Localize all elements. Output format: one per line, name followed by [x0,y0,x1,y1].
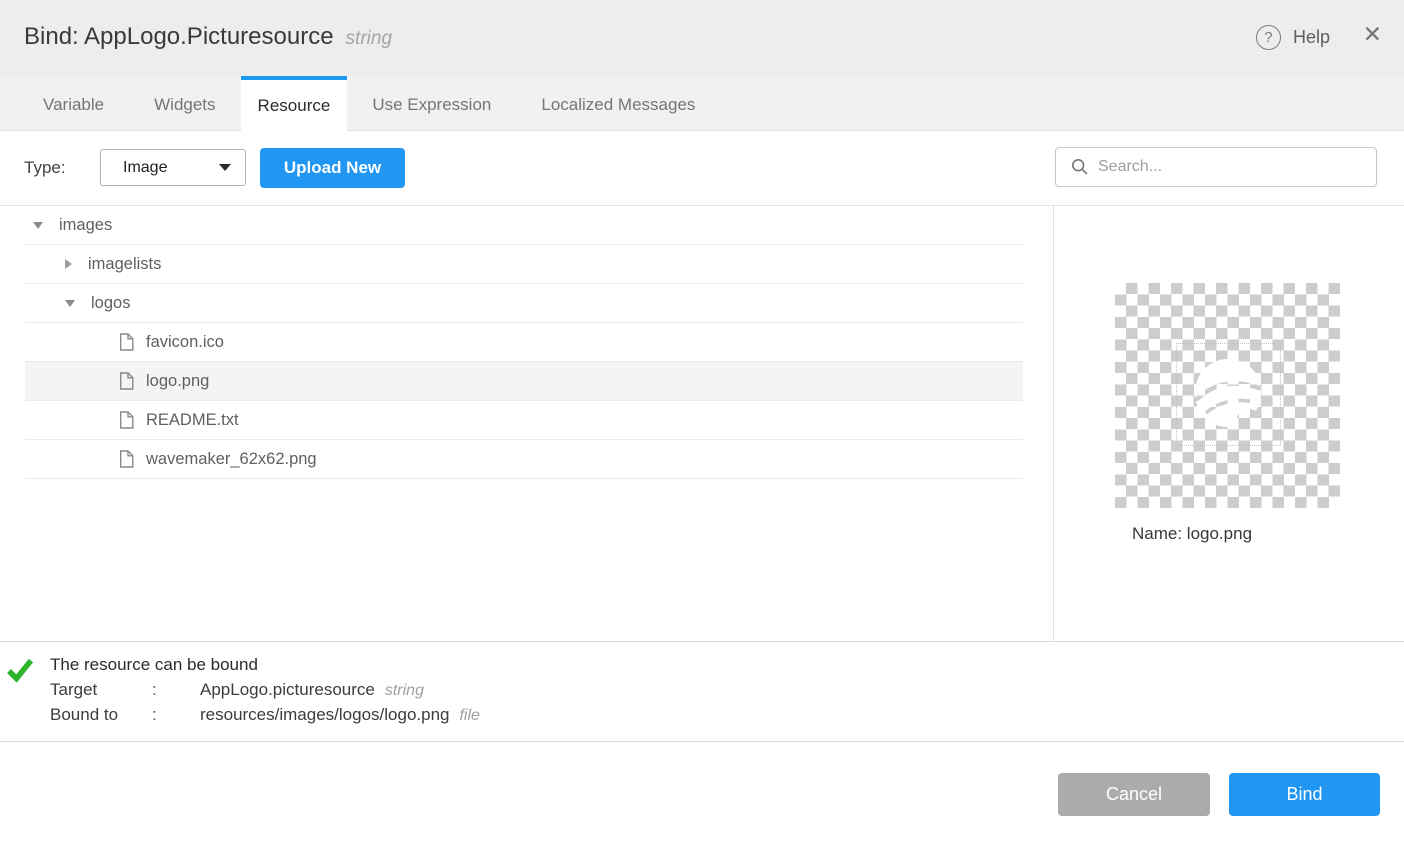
chevron-down-icon [219,164,231,171]
bind-status: The resource can be bound Target : AppLo… [0,641,1404,742]
tree-row-imagelists[interactable]: imagelists [25,245,1023,284]
bind-button[interactable]: Bind [1229,773,1380,816]
tab-resource[interactable]: Resource [241,76,348,131]
resource-tree-panel: images imagelists logos favicon.ico logo… [0,206,1054,641]
toolbar: Type: Image Upload New [0,131,1404,205]
status-boundto-row: Bound to : resources/images/logos/logo.p… [50,705,480,725]
tab-variable[interactable]: Variable [18,76,129,130]
tree-row-readme[interactable]: README.txt [25,401,1023,440]
tab-bar: Variable Widgets Resource Use Expression… [0,76,1404,131]
dialog-header: Bind: AppLogo.Picturesource string ? Help… [0,0,1404,76]
upload-new-button[interactable]: Upload New [260,148,405,188]
tree-row-label: wavemaker_62x62.png [146,450,317,469]
success-check-icon [5,655,35,685]
dialog-footer: Cancel Bind [0,742,1404,843]
file-icon [119,450,134,468]
type-select[interactable]: Image [100,149,246,186]
status-colon: : [152,705,200,725]
tree-row-label: images [59,216,112,235]
preview-file-name: Name: logo.png [1132,524,1252,544]
search-box [1055,147,1377,187]
status-boundto-label: Bound to [50,705,152,725]
tree-row-label: logo.png [146,372,209,391]
file-icon [119,372,134,390]
image-preview [1115,283,1340,508]
tree-row-wavemaker-png[interactable]: wavemaker_62x62.png [25,440,1023,479]
dialog-title-type-badge: string [346,28,392,49]
close-icon[interactable]: ✕ [1363,23,1382,46]
main-content: images imagelists logos favicon.ico logo… [0,205,1404,641]
status-boundto-type: file [459,707,479,725]
help-button[interactable]: ? Help [1256,25,1330,50]
tab-widgets[interactable]: Widgets [129,76,240,130]
wavemaker-logo-image [1191,357,1265,433]
dialog-title: Bind: AppLogo.Picturesource string [24,23,392,51]
preview-panel: Name: logo.png [1055,206,1404,641]
tree-row-logo-png[interactable]: logo.png [25,362,1023,401]
logo-selection-box [1176,343,1281,446]
tree-row-label: favicon.ico [146,333,224,352]
search-icon [1071,158,1089,176]
type-label: Type: [24,158,66,178]
type-select-value: Image [123,159,219,177]
caret-down-icon[interactable] [33,222,43,229]
tree-row-logos[interactable]: logos [25,284,1023,323]
help-icon: ? [1256,25,1281,50]
caret-right-icon[interactable] [65,259,72,269]
tree-row-label: logos [91,294,130,313]
tab-use-expression[interactable]: Use Expression [347,76,516,130]
file-icon [119,411,134,429]
status-target-value: AppLogo.picturesource [200,680,375,700]
status-target-label: Target [50,680,152,700]
status-target-row: Target : AppLogo.picturesource string [50,680,424,700]
tree-row-label: README.txt [146,411,239,430]
status-colon: : [152,680,200,700]
caret-down-icon[interactable] [65,300,75,307]
resource-tree: images imagelists logos favicon.ico logo… [25,206,1023,479]
tree-row-images[interactable]: images [25,206,1023,245]
status-target-type: string [385,682,424,700]
status-message: The resource can be bound [50,655,258,675]
search-input[interactable] [1098,158,1366,176]
dialog-title-text: Bind: AppLogo.Picturesource [24,23,334,50]
cancel-button[interactable]: Cancel [1058,773,1210,816]
tab-localized-messages[interactable]: Localized Messages [516,76,720,130]
tree-row-label: imagelists [88,255,161,274]
help-label: Help [1293,27,1330,48]
file-icon [119,333,134,351]
status-boundto-value: resources/images/logos/logo.png [200,705,449,725]
tree-row-favicon[interactable]: favicon.ico [25,323,1023,362]
